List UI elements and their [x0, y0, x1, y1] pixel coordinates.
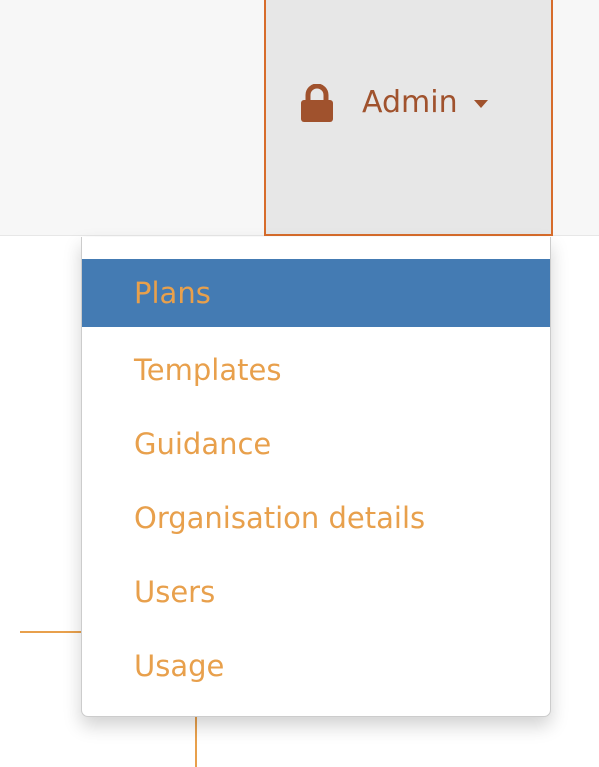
menu-item-guidance[interactable]: Guidance	[82, 407, 550, 481]
menu-item-plans[interactable]: Plans	[82, 259, 550, 327]
background-connector-line	[20, 631, 82, 633]
menu-item-organisation-details[interactable]: Organisation details	[82, 481, 550, 555]
admin-menu-toggle[interactable]: Admin	[264, 0, 553, 236]
admin-toggle-content: Admin	[300, 81, 488, 125]
top-navbar: Admin	[0, 0, 599, 236]
lock-icon	[300, 84, 334, 122]
menu-item-templates[interactable]: Templates	[82, 333, 550, 407]
menu-item-users[interactable]: Users	[82, 555, 550, 629]
background-connector-line	[195, 715, 197, 767]
menu-item-usage[interactable]: Usage	[82, 629, 550, 703]
admin-menu-label: Admin	[362, 85, 458, 120]
admin-dropdown-menu: Plans Templates Guidance Organisation de…	[81, 237, 551, 717]
caret-down-icon	[473, 100, 488, 108]
